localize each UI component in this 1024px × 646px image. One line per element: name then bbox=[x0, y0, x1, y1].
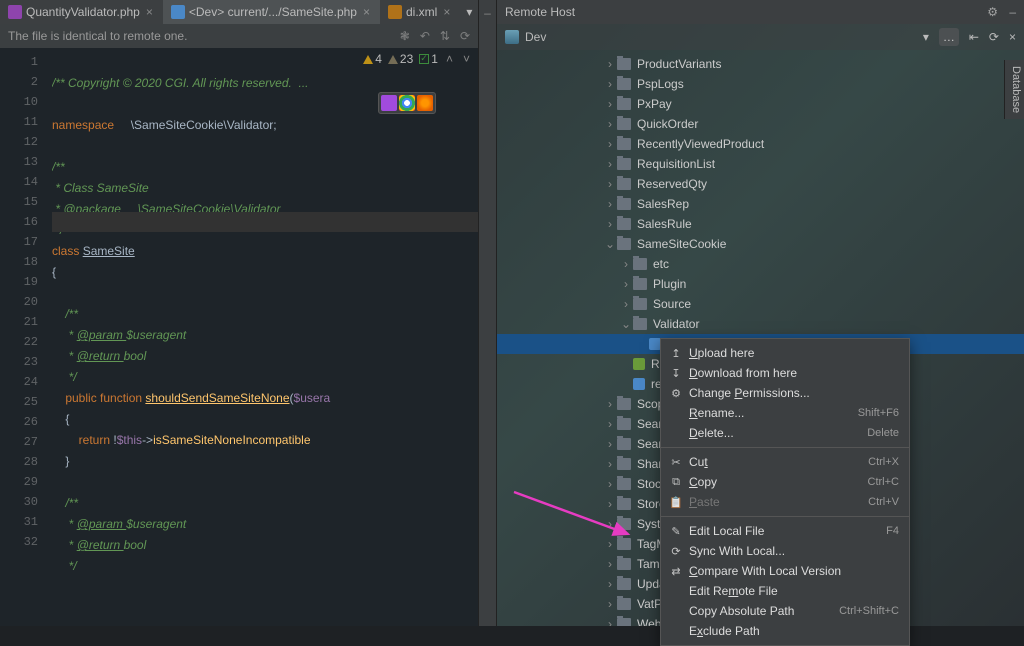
minimize-icon[interactable]: – bbox=[484, 6, 491, 20]
panel-title: Remote Host bbox=[505, 5, 575, 19]
menu-item[interactable]: ⟳Sync With Local... bbox=[661, 541, 909, 561]
tree-row[interactable]: ›Plugin bbox=[497, 274, 1024, 294]
remote-host-toolbar: Dev ▾ … ⇤ ⟳ × bbox=[497, 24, 1024, 50]
warning-icon bbox=[363, 55, 373, 64]
tool-window-strip[interactable]: – bbox=[478, 0, 496, 626]
tree-row[interactable]: ›PxPay bbox=[497, 94, 1024, 114]
code-editor[interactable]: 1210111213141516171819202122232425262728… bbox=[0, 48, 478, 626]
tree-row[interactable]: ›SalesRep bbox=[497, 194, 1024, 214]
tab-quantityvalidator[interactable]: QuantityValidator.php × bbox=[0, 0, 163, 24]
tab-label: <Dev> current/.../SameSite.php bbox=[189, 5, 357, 19]
editor-status-bar: The file is identical to remote one. ❃ ↶… bbox=[0, 24, 478, 48]
tab-dixml[interactable]: di.xml × bbox=[380, 0, 460, 24]
tabs-overflow[interactable]: ▾ bbox=[460, 5, 478, 19]
chrome-icon[interactable] bbox=[399, 95, 415, 111]
php-icon bbox=[8, 5, 22, 19]
close-icon[interactable]: × bbox=[441, 5, 452, 19]
tree-row[interactable]: ›ReservedQty bbox=[497, 174, 1024, 194]
floating-app-icons bbox=[378, 92, 436, 114]
menu-item[interactable]: ⧉CopyCtrl+C bbox=[661, 472, 909, 492]
leaf-icon[interactable]: ❃ bbox=[400, 29, 410, 43]
tree-row[interactable]: ›QuickOrder bbox=[497, 114, 1024, 134]
xml-icon bbox=[388, 5, 402, 19]
tab-label: di.xml bbox=[406, 5, 437, 19]
editor-tabs: QuantityValidator.php × <Dev> current/..… bbox=[0, 0, 478, 24]
menu-item[interactable]: ⚙Change Permissions... bbox=[661, 383, 909, 403]
hide-icon[interactable]: – bbox=[1009, 5, 1016, 19]
inspection-badges[interactable]: 4 23 1 ˄ ˅ bbox=[363, 52, 472, 66]
refresh-icon[interactable]: ⟳ bbox=[460, 29, 470, 43]
close-icon[interactable]: × bbox=[361, 5, 372, 19]
php-remote-icon bbox=[171, 5, 185, 19]
tab-samesite[interactable]: <Dev> current/.../SameSite.php × bbox=[163, 0, 380, 24]
context-menu[interactable]: ↥Upload here↧Download from here⚙Change P… bbox=[660, 338, 910, 646]
menu-item[interactable]: Exclude Path bbox=[661, 621, 909, 641]
phpstorm-icon[interactable] bbox=[381, 95, 397, 111]
menu-item: 📋PasteCtrl+V bbox=[661, 492, 909, 512]
chevron-up-icon[interactable]: ˄ bbox=[444, 52, 455, 66]
tree-row[interactable]: ›RequisitionList bbox=[497, 154, 1024, 174]
tree-row[interactable]: ⌄Validator bbox=[497, 314, 1024, 334]
server-name[interactable]: Dev bbox=[525, 30, 546, 44]
tab-label: QuantityValidator.php bbox=[26, 5, 140, 19]
remote-host-header: Remote Host ⚙ – bbox=[497, 0, 1024, 24]
menu-item[interactable]: Delete...Delete bbox=[661, 423, 909, 443]
refresh-icon[interactable]: ⟳ bbox=[989, 30, 999, 44]
redo-icon[interactable]: ⇅ bbox=[440, 29, 450, 43]
collapse-icon[interactable]: ⇤ bbox=[969, 30, 979, 44]
tree-row[interactable]: ›etc bbox=[497, 254, 1024, 274]
tree-row[interactable]: ›PspLogs bbox=[497, 74, 1024, 94]
weak-warning-icon bbox=[388, 55, 398, 64]
gear-icon[interactable]: ⚙ bbox=[987, 5, 998, 19]
menu-item[interactable]: Copy Absolute PathCtrl+Shift+C bbox=[661, 601, 909, 621]
server-icon bbox=[505, 30, 519, 44]
firefox-icon[interactable] bbox=[417, 95, 433, 111]
menu-item[interactable]: Edit Remote File bbox=[661, 581, 909, 601]
menu-item[interactable]: ↧Download from here bbox=[661, 363, 909, 383]
undo-icon[interactable]: ↶ bbox=[420, 29, 430, 43]
more-button[interactable]: … bbox=[939, 28, 959, 46]
status-text: The file is identical to remote one. bbox=[8, 29, 187, 43]
close-icon[interactable]: × bbox=[1009, 30, 1016, 44]
line-gutter: 1210111213141516171819202122232425262728… bbox=[0, 48, 52, 626]
tree-row[interactable]: ›ProductVariants bbox=[497, 54, 1024, 74]
close-icon[interactable]: × bbox=[144, 5, 155, 19]
menu-item[interactable]: ↥Upload here bbox=[661, 343, 909, 363]
tree-row[interactable]: ›RecentlyViewedProduct bbox=[497, 134, 1024, 154]
menu-item[interactable]: ⇄Compare With Local Version bbox=[661, 561, 909, 581]
database-tool-tab[interactable]: Database bbox=[1004, 60, 1024, 119]
dropdown-icon[interactable]: ▾ bbox=[923, 30, 929, 44]
chevron-down-icon[interactable]: ˅ bbox=[461, 52, 472, 66]
tree-row[interactable]: ⌄SameSiteCookie bbox=[497, 234, 1024, 254]
ok-icon bbox=[419, 54, 429, 64]
menu-item[interactable]: Rename...Shift+F6 bbox=[661, 403, 909, 423]
menu-item[interactable]: ✂CutCtrl+X bbox=[661, 452, 909, 472]
tree-row[interactable]: ›Source bbox=[497, 294, 1024, 314]
tree-row[interactable]: ›SalesRule bbox=[497, 214, 1024, 234]
menu-item[interactable]: ✎Edit Local FileF4 bbox=[661, 521, 909, 541]
